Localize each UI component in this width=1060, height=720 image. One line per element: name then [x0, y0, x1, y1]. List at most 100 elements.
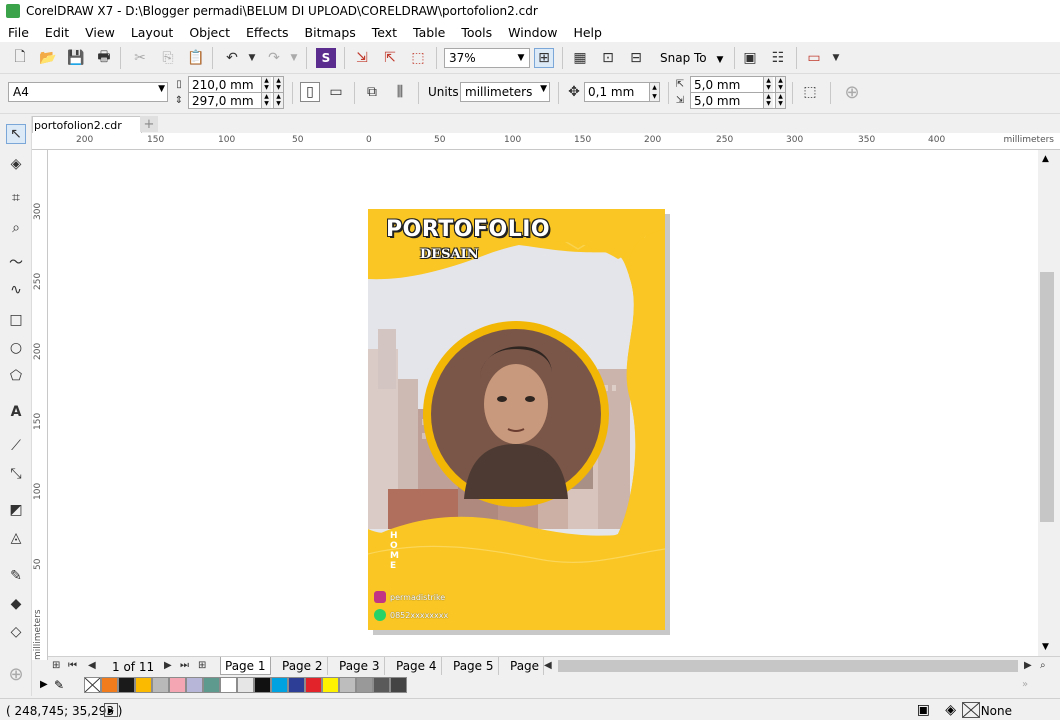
portfolio-poster[interactable]: PORTOFOLIO DESAIN HOME permadistrike 085… [368, 209, 665, 630]
color-swatch[interactable] [356, 677, 373, 693]
color-swatch[interactable] [339, 677, 356, 693]
duplicate-distance-y-input[interactable]: 5,0 mm ▲ ▼ ▲ ▼ [690, 92, 786, 109]
no-color-swatch[interactable] [84, 677, 101, 693]
freehand-tool-icon[interactable]: 〜 [6, 252, 26, 272]
previous-page-icon[interactable]: ◀ [88, 660, 96, 671]
page-counter[interactable]: 1 of 11 [112, 660, 154, 674]
drop-shadow-tool-icon[interactable]: ◩ [6, 500, 26, 520]
crop-tool-icon[interactable]: ⌗ [6, 188, 26, 208]
page-tab-3[interactable]: Page 3 [335, 657, 385, 675]
color-swatch[interactable] [220, 677, 237, 693]
transparency-tool-icon[interactable]: ◬ [6, 528, 26, 548]
menu-window[interactable]: Window [500, 25, 565, 40]
menu-object[interactable]: Object [181, 25, 238, 40]
rectangle-tool-icon[interactable]: □ [6, 310, 26, 330]
portrait-icon[interactable]: ▯ [300, 82, 320, 102]
ellipse-tool-icon[interactable]: ○ [6, 338, 26, 358]
page-tab-1[interactable]: Page 1 [220, 657, 271, 675]
scroll-up-arrow-icon[interactable]: ▲ [1042, 154, 1049, 164]
first-page-icon[interactable]: ⏮ [68, 660, 77, 671]
zoom-level-combo[interactable]: 37% ▼ [444, 48, 530, 68]
page-tab-2[interactable]: Page 2 [278, 657, 328, 675]
menu-help[interactable]: Help [565, 25, 610, 40]
fill-bucket-icon[interactable]: ◈ [945, 702, 956, 718]
color-swatch[interactable] [118, 677, 135, 693]
document-tab[interactable]: portofolion2.cdr [32, 116, 142, 133]
color-swatch[interactable] [271, 677, 288, 693]
play-icon[interactable]: ▶ [104, 703, 118, 717]
color-swatch[interactable] [254, 677, 271, 693]
color-swatch[interactable] [169, 677, 186, 693]
add-tool-icon[interactable]: ⊕ [6, 664, 26, 685]
page-tab-4[interactable]: Page 4 [392, 657, 442, 675]
copy-icon[interactable]: ⎘ [158, 48, 178, 68]
drawing-canvas[interactable]: PORTOFOLIO DESAIN HOME permadistrike 085… [48, 150, 1038, 656]
menu-layout[interactable]: Layout [123, 25, 182, 40]
undo-dropdown-icon[interactable]: ▼ [242, 48, 262, 68]
color-swatch[interactable] [152, 677, 169, 693]
menu-table[interactable]: Table [405, 25, 453, 40]
save-icon[interactable]: 💾 [66, 48, 86, 68]
add-page-after-icon[interactable]: ⊞ [198, 660, 206, 671]
snap-to-dropdown[interactable]: Snap To ▼ [660, 51, 723, 65]
pick-tool-icon[interactable]: ↖ [6, 124, 26, 144]
search-content-icon[interactable]: S [316, 48, 336, 68]
page-tab-5[interactable]: Page 5 [449, 657, 499, 675]
show-guidelines-icon[interactable]: ⊟ [626, 48, 646, 68]
zoom-navigator-icon[interactable]: ⌕ [1040, 660, 1046, 671]
polygon-tool-icon[interactable]: ⬠ [6, 366, 26, 386]
color-swatch[interactable] [288, 677, 305, 693]
units-select[interactable]: millimeters ▼ [460, 82, 550, 102]
color-swatch[interactable] [373, 677, 390, 693]
color-swatch[interactable] [237, 677, 254, 693]
treat-as-filled-icon[interactable]: ⬚ [800, 82, 820, 102]
color-eyedropper-tool-icon[interactable]: ✎ [6, 566, 26, 586]
add-page-before-icon[interactable]: ⊞ [52, 660, 60, 671]
vertical-ruler[interactable]: 300 250 200 150 100 50 millimeters [32, 150, 48, 660]
last-page-icon[interactable]: ⏭ [180, 660, 189, 671]
publish-pdf-icon[interactable]: ⬚ [408, 48, 428, 68]
page-tab-6[interactable]: Page [506, 657, 545, 675]
vertical-scroll-thumb[interactable] [1040, 272, 1054, 522]
landscape-icon[interactable]: ▭ [326, 82, 346, 102]
color-swatch[interactable] [101, 677, 118, 693]
menu-text[interactable]: Text [364, 25, 405, 40]
palette-scroll-right-icon[interactable]: ▶ [40, 679, 48, 690]
horizontal-ruler[interactable]: 200 150 100 50 0 50 100 150 200 250 300 … [32, 133, 1060, 150]
duplicate-distance-x-input[interactable]: 5,0 mm ▲ ▼ ▲ ▼ [690, 76, 786, 93]
new-document-icon[interactable]: 🗋 [10, 48, 30, 68]
artistic-media-tool-icon[interactable]: ∿ [6, 280, 26, 300]
palette-scroll-end-icon[interactable]: » [1022, 679, 1028, 690]
connector-tool-icon[interactable]: ⤡ [6, 464, 26, 484]
text-tool-icon[interactable]: A [6, 402, 26, 422]
page-width-input[interactable]: 210,0 mm ▲ ▼ ▲ ▼ [188, 76, 284, 93]
all-pages-icon[interactable]: ⧉ [362, 82, 382, 102]
menu-tools[interactable]: Tools [453, 25, 500, 40]
shape-tool-icon[interactable]: ◈ [6, 154, 26, 174]
application-launcher-icon[interactable]: ▭ [804, 48, 824, 68]
color-swatch[interactable] [390, 677, 407, 693]
smart-fill-tool-icon[interactable]: ◇ [6, 622, 26, 642]
new-tab-plus-icon[interactable]: + [140, 116, 158, 132]
current-page-icon[interactable]: ⫼ [390, 82, 410, 102]
nudge-distance-input[interactable]: 0,1 mm ▲ ▼ [584, 82, 660, 102]
vertical-scrollbar[interactable]: ▲ ▼ [1038, 150, 1060, 656]
horizontal-scroll-thumb[interactable] [558, 660, 1018, 672]
undo-icon[interactable]: ↶ [222, 48, 242, 68]
full-screen-preview-icon[interactable]: ⊞ [534, 48, 554, 68]
zoom-tool-icon[interactable]: ⌕ [6, 218, 26, 238]
show-grid-icon[interactable]: ⊡ [598, 48, 618, 68]
menu-edit[interactable]: Edit [37, 25, 77, 40]
interactive-fill-tool-icon[interactable]: ◆ [6, 594, 26, 614]
object-properties-icon[interactable]: ▣ [917, 702, 930, 718]
color-swatch[interactable] [305, 677, 322, 693]
redo-dropdown-icon[interactable]: ▼ [284, 48, 304, 68]
open-icon[interactable]: 📂 [38, 48, 58, 68]
scroll-right-arrow-icon[interactable]: ▶ [1024, 660, 1032, 671]
import-icon[interactable]: ⇲ [352, 48, 372, 68]
color-swatch[interactable] [186, 677, 203, 693]
redo-icon[interactable]: ↷ [264, 48, 284, 68]
menu-file[interactable]: File [0, 25, 37, 40]
eyedropper-icon[interactable]: ✎ [54, 678, 64, 692]
welcome-screen-icon[interactable]: ▣ [740, 48, 760, 68]
